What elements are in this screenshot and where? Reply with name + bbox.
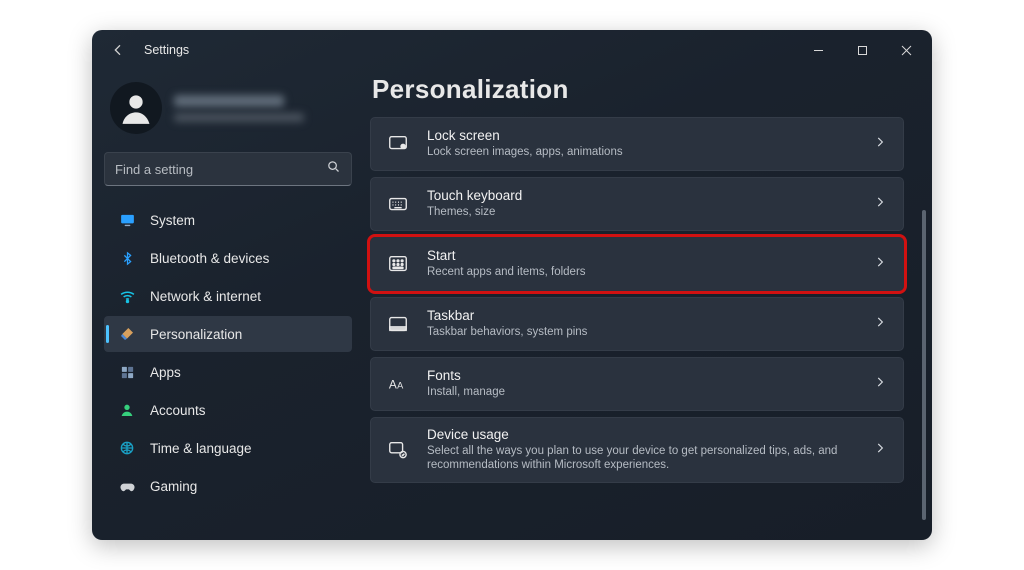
account-icon (118, 401, 136, 419)
device-usage-icon (385, 439, 411, 461)
account-name-block (174, 95, 304, 122)
taskbar-icon (385, 313, 411, 335)
scrollbar[interactable] (922, 210, 926, 520)
card-touch-keyboard[interactable]: Touch keyboard Themes, size (370, 177, 904, 231)
start-icon (385, 253, 411, 275)
sidebar-item-label: Accounts (150, 403, 206, 418)
settings-list: Lock screen Lock screen images, apps, an… (370, 117, 904, 483)
minimize-button[interactable] (796, 34, 840, 66)
sidebar-item-label: Personalization (150, 327, 242, 342)
close-button[interactable] (884, 34, 928, 66)
window-controls (796, 34, 928, 66)
bluetooth-icon (118, 249, 136, 267)
card-title: Fonts (427, 368, 857, 385)
sidebar-item-label: Apps (150, 365, 181, 380)
content-area: Personalization Lock screen Lock screen … (364, 70, 932, 540)
sidebar-item-network[interactable]: Network & internet (104, 278, 352, 314)
chevron-right-icon (873, 195, 887, 214)
card-subtitle: Install, manage (427, 385, 857, 399)
sidebar-item-label: Time & language (150, 441, 252, 456)
search-box[interactable] (104, 152, 352, 186)
card-fonts[interactable]: AA Fonts Install, manage (370, 357, 904, 411)
chevron-right-icon (873, 441, 887, 460)
title-bar: Settings (92, 30, 932, 70)
svg-text:A: A (389, 378, 397, 392)
apps-icon (118, 363, 136, 381)
wifi-icon (118, 287, 136, 305)
card-subtitle: Lock screen images, apps, animations (427, 145, 857, 159)
page-title: Personalization (372, 74, 904, 105)
search-icon (326, 159, 341, 179)
chevron-right-icon (873, 315, 887, 334)
maximize-button[interactable] (840, 34, 884, 66)
chevron-right-icon (873, 135, 887, 154)
chevron-right-icon (873, 255, 887, 274)
sidebar: System Bluetooth & devices Network & int… (92, 70, 364, 540)
sidebar-item-label: System (150, 213, 195, 228)
gaming-icon (118, 477, 136, 495)
app-title: Settings (144, 43, 189, 57)
card-lock-screen[interactable]: Lock screen Lock screen images, apps, an… (370, 117, 904, 171)
card-taskbar[interactable]: Taskbar Taskbar behaviors, system pins (370, 297, 904, 351)
sidebar-item-apps[interactable]: Apps (104, 354, 352, 390)
back-button[interactable] (106, 38, 130, 62)
svg-text:A: A (397, 381, 404, 391)
card-title: Lock screen (427, 128, 857, 145)
sidebar-item-label: Bluetooth & devices (150, 251, 269, 266)
sidebar-item-accounts[interactable]: Accounts (104, 392, 352, 428)
keyboard-icon (385, 193, 411, 215)
card-subtitle: Taskbar behaviors, system pins (427, 325, 857, 339)
card-subtitle: Themes, size (427, 205, 857, 219)
sidebar-item-system[interactable]: System (104, 202, 352, 238)
card-subtitle: Recent apps and items, folders (427, 265, 857, 279)
sidebar-item-label: Gaming (150, 479, 197, 494)
account-profile[interactable] (104, 78, 352, 148)
lock-screen-icon (385, 133, 411, 155)
display-icon (118, 211, 136, 229)
sidebar-item-label: Network & internet (150, 289, 261, 304)
paintbrush-icon (118, 325, 136, 343)
card-title: Taskbar (427, 308, 857, 325)
sidebar-item-time-language[interactable]: Time & language (104, 430, 352, 466)
search-input[interactable] (115, 162, 316, 177)
sidebar-nav: System Bluetooth & devices Network & int… (104, 202, 352, 504)
card-subtitle: Select all the ways you plan to use your… (427, 444, 857, 473)
settings-window: Settings (92, 30, 932, 540)
sidebar-item-bluetooth[interactable]: Bluetooth & devices (104, 240, 352, 276)
card-device-usage[interactable]: Device usage Select all the ways you pla… (370, 417, 904, 483)
sidebar-item-gaming[interactable]: Gaming (104, 468, 352, 504)
sidebar-item-personalization[interactable]: Personalization (104, 316, 352, 352)
card-title: Touch keyboard (427, 188, 857, 205)
avatar-icon (110, 82, 162, 134)
globe-clock-icon (118, 439, 136, 457)
fonts-icon: AA (385, 373, 411, 395)
card-start[interactable]: Start Recent apps and items, folders (370, 237, 904, 291)
card-title: Device usage (427, 427, 857, 444)
chevron-right-icon (873, 375, 887, 394)
card-title: Start (427, 248, 857, 265)
